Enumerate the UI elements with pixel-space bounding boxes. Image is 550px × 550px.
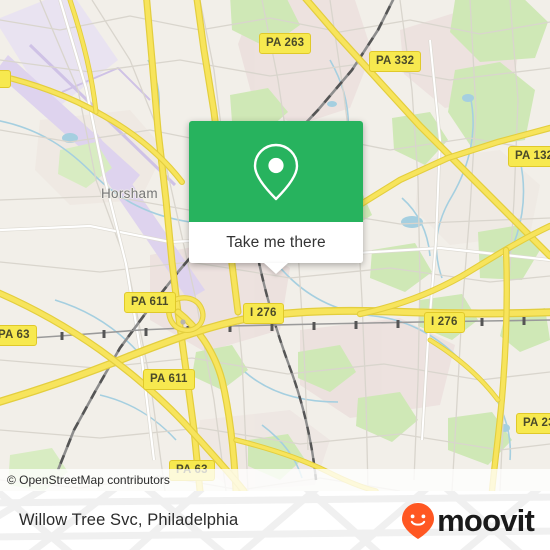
popup-header <box>189 121 363 222</box>
osm-attribution-text[interactable]: © OpenStreetMap contributors <box>7 473 170 487</box>
popup-pointer <box>264 263 288 274</box>
route-shield-clipped-west[interactable] <box>0 70 11 88</box>
map-pin-icon <box>253 143 299 200</box>
route-shield-pa-63-west[interactable]: PA 63 <box>0 325 37 346</box>
destination-popup[interactable]: Take me there <box>189 121 363 274</box>
moovit-wordmark: moovit <box>437 503 535 538</box>
route-shield-pa-611-south[interactable]: PA 611 <box>143 369 195 390</box>
footer-content: Willow Tree Svc, Philadelphia moovit <box>0 491 550 550</box>
map-attribution-bar: © OpenStreetMap contributors <box>0 469 550 491</box>
route-shield-pa-611-north[interactable]: PA 611 <box>124 292 176 313</box>
route-shield-pa-332[interactable]: PA 332 <box>369 51 422 72</box>
route-shield-pa-232[interactable]: PA 232 <box>516 413 550 434</box>
popup-action-bar[interactable]: Take me there <box>189 222 363 274</box>
route-shield-i-276-east[interactable]: I 276 <box>424 312 465 333</box>
route-shield-i-276-west[interactable]: I 276 <box>243 303 284 324</box>
take-me-there-label: Take me there <box>226 233 326 251</box>
footer-bar: Willow Tree Svc, Philadelphia moovit <box>0 491 550 550</box>
route-shield-pa-132[interactable]: PA 132 <box>508 146 550 167</box>
city-label-horsham: Horsham <box>101 186 158 201</box>
map-canvas[interactable]: Horsham PA 263 PA 332 PA 132 PA 63 PA 61… <box>0 0 550 491</box>
moovit-map-page: Horsham PA 263 PA 332 PA 132 PA 63 PA 61… <box>0 0 550 550</box>
moovit-logo[interactable]: moovit <box>401 502 535 540</box>
place-title: Willow Tree Svc, Philadelphia <box>19 511 239 529</box>
route-shield-pa-263[interactable]: PA 263 <box>259 33 312 54</box>
moovit-pin-icon <box>402 502 435 539</box>
